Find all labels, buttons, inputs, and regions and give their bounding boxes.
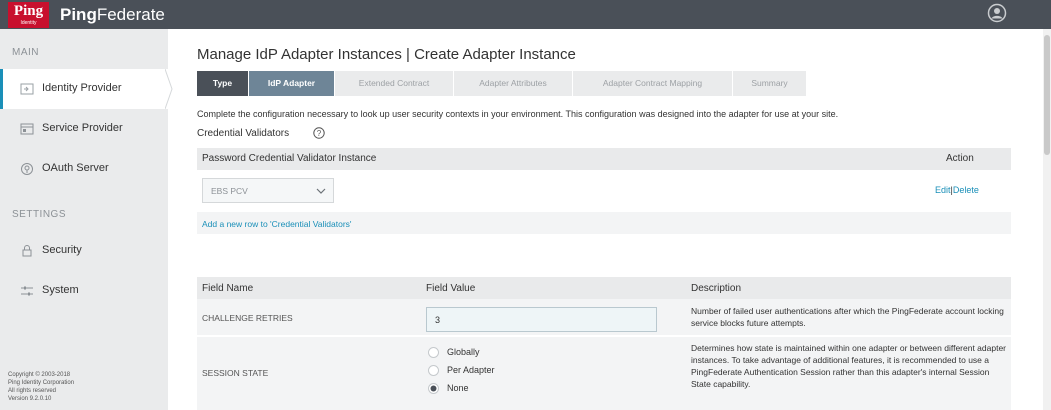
chevron-down-icon <box>316 188 326 194</box>
radio-unchecked-icon <box>428 347 439 358</box>
sp-icon <box>20 123 34 135</box>
field-name: SESSION STATE <box>202 368 269 378</box>
column-header-description: Description <box>691 283 742 294</box>
add-row-link[interactable]: Add a new row to 'Credential Validators' <box>202 219 352 229</box>
sliders-icon <box>21 286 33 296</box>
intro-text: Complete the configuration necessary to … <box>197 109 839 119</box>
logo-subtext: Identity <box>20 20 37 26</box>
radio-per-adapter[interactable]: Per Adapter <box>428 364 548 378</box>
ping-logo[interactable]: Ping Identity <box>8 2 49 28</box>
field-name: CHALLENGE RETRIES <box>202 313 293 323</box>
column-header-field-name: Field Name <box>202 283 254 294</box>
edit-link[interactable]: Edit <box>935 185 951 195</box>
top-bar: Ping Identity PingFederate <box>0 0 1051 29</box>
delete-link[interactable]: Delete <box>953 185 979 195</box>
tab-adapter-contract-mapping[interactable]: Adapter Contract Mapping <box>573 71 732 96</box>
validator-instance-select[interactable]: EBS PCV <box>202 178 334 203</box>
sidebar-item-label: OAuth Server <box>42 162 109 174</box>
lock-icon <box>22 245 32 257</box>
sidebar-item-service-provider[interactable]: Service Provider <box>0 109 168 149</box>
scrollbar-thumb[interactable] <box>1044 35 1050 155</box>
radio-label: Per Adapter <box>447 365 495 375</box>
radio-label: Globally <box>447 347 480 357</box>
adapter-fields-table: Field Name Field Value Description CHALL… <box>197 277 1011 410</box>
credential-validators-table: Password Credential Validator Instance A… <box>197 148 1011 234</box>
oauth-icon <box>21 163 33 175</box>
field-description: Number of failed user authentications af… <box>691 306 1004 328</box>
table-row: SESSION STATE Globally Per Adapter None … <box>197 337 1011 410</box>
sidebar-item-label: Identity Provider <box>42 82 122 94</box>
table-row: CHALLENGE RETRIES 3 Number of failed use… <box>197 299 1011 336</box>
page-scrollbar[interactable] <box>1043 29 1051 410</box>
help-icon[interactable]: ? <box>313 127 325 139</box>
radio-checked-icon <box>428 383 439 394</box>
input-value: 3 <box>435 315 441 325</box>
product-name: PingFederate <box>60 5 165 25</box>
tab-type[interactable]: Type <box>197 71 248 96</box>
row-actions: Edit|Delete <box>935 185 979 195</box>
select-value: EBS PCV <box>211 186 248 196</box>
field-description: Determines how state is maintained withi… <box>691 343 1007 389</box>
active-item-chevron <box>165 69 173 109</box>
column-header-field-value: Field Value <box>426 283 476 294</box>
sidebar-item-identity-provider[interactable]: Identity Provider <box>0 69 168 109</box>
radio-label: None <box>447 383 469 393</box>
wizard-tabs: Type IdP Adapter Extended Contract Adapt… <box>197 71 807 96</box>
sidebar-heading-settings: SETTINGS <box>12 209 67 220</box>
user-circle-icon[interactable] <box>987 3 1007 23</box>
tab-adapter-attributes[interactable]: Adapter Attributes <box>454 71 572 96</box>
column-header-instance: Password Credential Validator Instance <box>202 153 377 164</box>
copyright-line: All rights reserved <box>8 388 57 394</box>
column-header-action: Action <box>946 153 974 164</box>
tab-idp-adapter[interactable]: IdP Adapter <box>249 71 334 96</box>
tab-summary[interactable]: Summary <box>733 71 806 96</box>
idp-icon <box>20 83 34 95</box>
table-header: Password Credential Validator Instance A… <box>197 148 1011 170</box>
sidebar-item-system[interactable]: System <box>0 271 168 311</box>
page-title: Manage IdP Adapter Instances | Create Ad… <box>197 46 576 63</box>
sidebar: MAIN Identity Provider Service Provider … <box>0 29 168 410</box>
radio-globally[interactable]: Globally <box>428 346 548 360</box>
sidebar-item-label: System <box>42 284 79 296</box>
logo-text: Ping <box>13 3 44 19</box>
copyright: Copyright © 2003-2018 Ping Identity Corp… <box>8 371 74 403</box>
version-line: Version 9.2.0.10 <box>8 396 52 402</box>
brand-prefix: Ping <box>60 5 97 24</box>
sidebar-item-oauth-server[interactable]: OAuth Server <box>0 149 168 189</box>
credential-validators-label: Credential Validators <box>197 128 290 139</box>
copyright-line: Copyright © 2003-2018 <box>8 372 71 378</box>
table-row: EBS PCV Edit|Delete <box>197 170 1011 212</box>
challenge-retries-input[interactable]: 3 <box>426 307 657 332</box>
radio-none[interactable]: None <box>428 382 548 396</box>
sidebar-item-security[interactable]: Security <box>0 231 168 271</box>
table-header: Field Name Field Value Description <box>197 277 1011 299</box>
tab-extended-contract[interactable]: Extended Contract <box>335 71 453 96</box>
sidebar-heading-main: MAIN <box>12 47 39 58</box>
radio-unchecked-icon <box>428 365 439 376</box>
sidebar-item-label: Security <box>42 244 82 256</box>
copyright-line: Ping Identity Corporation <box>8 380 75 386</box>
sidebar-item-label: Service Provider <box>42 122 123 134</box>
svg-text:?: ? <box>317 129 322 138</box>
brand-suffix: Federate <box>96 5 165 24</box>
